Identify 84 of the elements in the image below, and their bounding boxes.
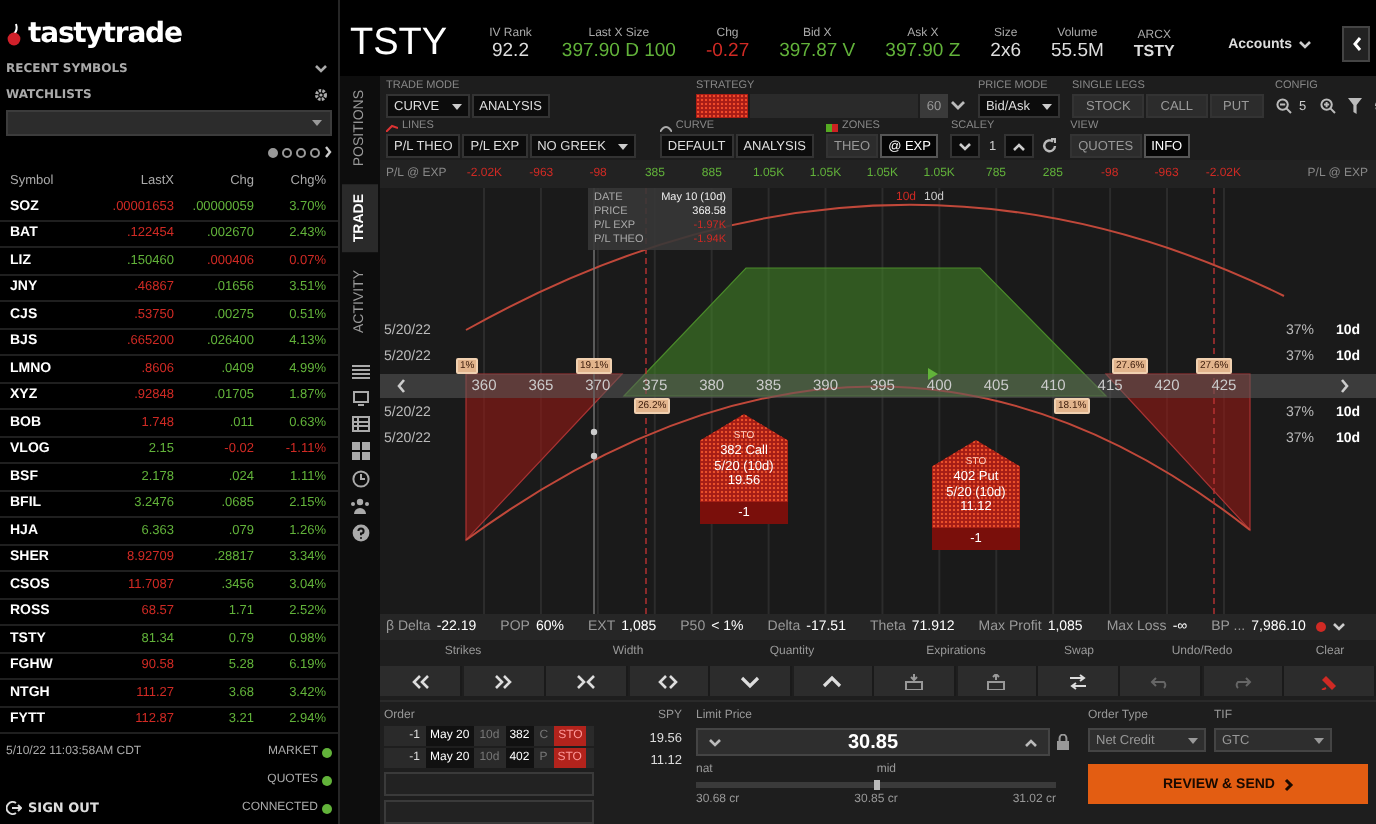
page-dot[interactable]: [296, 147, 306, 157]
calendar-down-button[interactable]: [874, 666, 955, 696]
calendar-up-icon: [986, 673, 1007, 689]
limit-price-field[interactable]: 30.85: [696, 728, 1050, 756]
stat-value: 2x6: [990, 39, 1021, 61]
chevron-left-icon[interactable]: [396, 378, 406, 394]
filter-icon[interactable]: [1348, 98, 1363, 114]
chevron-down-icon: [1298, 39, 1312, 49]
zoom-out-icon[interactable]: [1275, 98, 1292, 114]
chevron-up-icon: [822, 673, 843, 689]
chevron-down-icon[interactable]: [949, 100, 966, 112]
caret-icon: [312, 120, 322, 126]
strategy-swatch[interactable]: [695, 94, 748, 118]
undo-icon: [1149, 673, 1170, 689]
page-dot[interactable]: [282, 147, 292, 157]
chevron-right-icon[interactable]: [324, 146, 332, 158]
curve-icon: [659, 123, 672, 131]
settings-icon[interactable]: [314, 88, 328, 102]
chevron-right-icon: [1283, 777, 1293, 791]
chevron-down-icon: [314, 64, 328, 74]
chevron-left-icon: [1351, 36, 1361, 52]
cherry-icon: [6, 22, 26, 46]
calendar-down-icon: [903, 673, 924, 689]
widen-button[interactable]: [629, 666, 710, 696]
symbol-title: TSTY: [350, 22, 448, 66]
help-icon[interactable]: [351, 523, 369, 542]
caret-icon: [451, 103, 462, 109]
double-chevron-left-icon: [410, 673, 430, 689]
stat-value: TSTY: [1133, 41, 1175, 59]
chevron-right-icon[interactable]: [1340, 378, 1350, 394]
chevron-up-icon: [1024, 737, 1038, 747]
chevron-up-button[interactable]: [793, 666, 874, 696]
curve-handle[interactable]: [590, 428, 598, 436]
scale-up-button[interactable]: [1004, 134, 1035, 158]
double-chevron-right-icon: [494, 673, 514, 689]
redo-icon: [1232, 673, 1253, 689]
widen-icon: [658, 673, 679, 689]
narrow-icon: [575, 673, 596, 689]
chevron-down-button[interactable]: [710, 666, 791, 696]
stat-value: -0.27: [705, 39, 750, 61]
swap-icon: [1068, 673, 1088, 689]
stat-value: 92.2: [491, 39, 529, 61]
curve-handle[interactable]: [590, 452, 598, 460]
zoom-in-icon[interactable]: [1320, 98, 1337, 114]
caret-icon: [617, 143, 628, 149]
caret-icon: [1188, 737, 1198, 743]
grid-icon[interactable]: [351, 441, 369, 460]
alert-dot-icon: [1315, 622, 1326, 632]
lines-icon: [386, 123, 398, 131]
clear-button[interactable]: [1284, 666, 1376, 696]
people-icon[interactable]: [350, 497, 370, 514]
monitor-icon[interactable]: [351, 389, 369, 406]
lock-icon[interactable]: [1056, 734, 1070, 750]
calendar-up-button[interactable]: [957, 666, 1038, 696]
page-dot[interactable]: [268, 147, 278, 157]
zones-icon: [826, 123, 838, 131]
slider-thumb[interactable]: [873, 780, 879, 790]
clear-icon: [1319, 673, 1339, 689]
stat-value: 397.90 Z: [885, 39, 961, 61]
caret-icon: [1314, 737, 1324, 743]
stat-value: 397.90 D 100: [561, 39, 676, 61]
stat-value: 55.5M: [1050, 39, 1104, 61]
list-icon[interactable]: [351, 363, 369, 380]
scale-down-button[interactable]: [950, 134, 981, 158]
redo-button[interactable]: [1203, 666, 1284, 696]
refresh-icon[interactable]: [1042, 138, 1059, 154]
price-marker-icon: [928, 368, 938, 380]
chevron-up-icon: [1012, 141, 1027, 151]
collapse-button[interactable]: [1342, 26, 1370, 62]
stat-value: 397.87 V: [779, 39, 856, 61]
double-chevron-left-button[interactable]: [380, 666, 462, 696]
chevron-down-icon: [739, 673, 760, 689]
logo-text: tastytrade: [28, 18, 182, 50]
chevron-down-icon[interactable]: [1331, 622, 1346, 632]
chevron-down-icon: [708, 737, 722, 747]
narrow-button[interactable]: [546, 666, 627, 696]
table-icon[interactable]: [351, 415, 369, 432]
caret-icon: [1042, 103, 1052, 109]
double-chevron-right-button[interactable]: [464, 666, 546, 696]
clock-icon[interactable]: [351, 469, 369, 488]
swap-button[interactable]: [1038, 666, 1120, 696]
chevron-down-icon: [958, 141, 973, 151]
sign-out-icon: [6, 800, 22, 816]
page-dot[interactable]: [310, 147, 320, 157]
